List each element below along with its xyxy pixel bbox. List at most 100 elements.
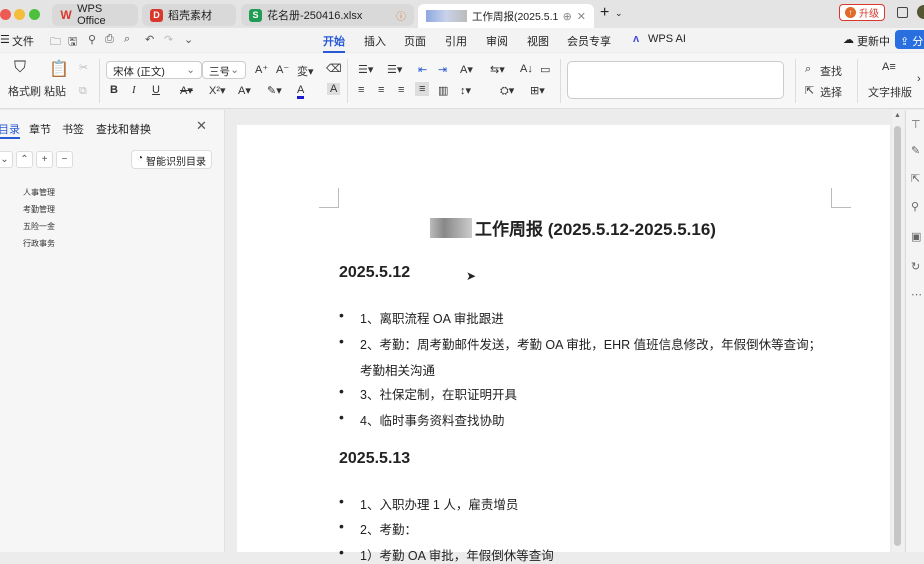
history-icon[interactable]: ↻ <box>911 260 920 273</box>
minimize-window-button[interactable] <box>14 9 25 20</box>
undo-icon[interactable]: ↶ <box>145 33 154 46</box>
italic-button[interactable]: I <box>132 84 136 96</box>
align-center-icon[interactable]: ≡ <box>378 84 384 96</box>
new-tab-button[interactable]: + <box>600 4 609 22</box>
sort-icon[interactable]: A↓ <box>520 63 533 75</box>
pin-icon[interactable]: ⚲ <box>911 200 919 213</box>
menu-file[interactable]: 文件 <box>12 33 34 49</box>
add-level-button[interactable]: + <box>36 151 53 168</box>
font-family-select[interactable]: 宋体 (正文) ⌄ <box>106 61 202 79</box>
menu-references[interactable]: 引用 <box>445 33 467 49</box>
align-right-icon[interactable]: ≡ <box>398 84 404 96</box>
tab-weekly-report[interactable]: 工作周报(2025.5.12-2(⊕ ✕ <box>418 4 594 28</box>
border-icon[interactable]: ⊞▾ <box>530 84 545 97</box>
remove-level-button[interactable]: − <box>56 151 73 168</box>
line-spacing-icon[interactable]: ↕▾ <box>460 84 471 97</box>
underline-button[interactable]: U <box>152 84 160 96</box>
superscript-icon[interactable]: X²▾ <box>209 84 226 97</box>
tab-toc[interactable]: 目录 <box>0 121 20 139</box>
edit-icon[interactable]: ✎ <box>911 144 920 157</box>
menu-member[interactable]: 会员专享 <box>567 33 611 49</box>
increase-indent-icon[interactable]: ⇥ <box>438 63 447 76</box>
toc-item[interactable]: 考勤管理 <box>23 204 55 215</box>
styles-gallery[interactable] <box>567 61 784 99</box>
tab-wps-office[interactable]: W WPS Office <box>52 3 138 27</box>
tab-roster-xlsx[interactable]: S 花名册-250416.xlsx ⓘ <box>241 4 414 26</box>
close-tab-icon[interactable]: ✕ <box>577 10 586 23</box>
tab-find-replace[interactable]: 查找和替换 <box>96 121 151 137</box>
maximize-window-button[interactable] <box>29 9 40 20</box>
shrink-font-icon[interactable]: A⁻ <box>276 63 289 76</box>
more-icon[interactable]: ⋯ <box>911 288 922 301</box>
strikethrough-icon[interactable]: A▾ <box>180 84 193 97</box>
paste-button[interactable]: 粘贴 <box>44 83 66 99</box>
expand-button[interactable]: ⌃ <box>16 151 33 168</box>
copy-icon[interactable]: ⧉ <box>79 85 87 98</box>
menu-review[interactable]: 审阅 <box>486 33 508 49</box>
update-status[interactable]: 更新中 <box>857 33 890 49</box>
font-size-select[interactable]: 三号 ⌄ <box>202 61 246 79</box>
tab-list-chevron-icon[interactable]: ⌄ <box>615 8 623 19</box>
bold-button[interactable]: B <box>110 84 118 96</box>
clear-format-icon[interactable]: ⌫ <box>326 62 342 75</box>
share-button[interactable]: ⇪ 分 <box>895 30 924 49</box>
toc-item[interactable]: 行政事务 <box>23 238 55 249</box>
menu-home[interactable]: 开始 <box>323 33 345 53</box>
format-painter-button[interactable]: 格式刷 <box>8 83 41 99</box>
hamburger-icon[interactable]: ☰ <box>0 33 10 46</box>
bullets-icon[interactable]: ☰▾ <box>358 63 373 76</box>
tool-icon[interactable]: ⊤ <box>911 118 921 131</box>
window-mode-icon[interactable] <box>897 7 908 18</box>
ribbon-scroll-right-icon[interactable]: › <box>917 73 921 85</box>
phonetic-icon[interactable]: 変▾ <box>297 63 314 79</box>
close-window-button[interactable] <box>0 9 11 20</box>
text-direction-icon[interactable]: ⇆▾ <box>490 63 505 76</box>
open-icon[interactable]: 🗀 <box>50 33 61 52</box>
cut-icon[interactable]: ✂ <box>79 61 88 74</box>
justify-icon[interactable]: ≡ <box>415 82 430 96</box>
distributed-icon[interactable]: ▥ <box>438 84 448 97</box>
avatar[interactable] <box>917 5 924 19</box>
highlight-icon[interactable]: ✎▾ <box>267 84 282 97</box>
numbering-icon[interactable]: ☰▾ <box>387 63 402 76</box>
vertical-scrollbar[interactable]: ▲ <box>892 110 904 552</box>
text-effect-icon[interactable]: A▾ <box>238 84 251 97</box>
change-case-icon[interactable]: A▾ <box>460 63 473 76</box>
scroll-up-icon[interactable]: ▲ <box>894 112 901 119</box>
save-icon[interactable]: 🖫 <box>68 33 77 52</box>
more-chevron-icon[interactable]: ⌄ <box>184 33 193 46</box>
wps-logo-icon: W <box>60 8 72 22</box>
scrollbar-thumb[interactable] <box>894 126 901 546</box>
font-color-icon[interactable]: A <box>297 84 305 99</box>
document-page[interactable]: 工作周报 (2025.5.12-2025.5.16) 2025.5.12 • 1、… <box>237 125 890 563</box>
decrease-indent-icon[interactable]: ⇤ <box>418 63 427 76</box>
shading-icon[interactable]: ⛭▾ <box>500 84 514 98</box>
tab-bookmarks[interactable]: 书签 <box>62 121 84 137</box>
grow-font-icon[interactable]: A⁺ <box>255 63 268 76</box>
select-button[interactable]: 选择 <box>820 84 842 100</box>
close-pane-icon[interactable]: ✕ <box>196 118 207 134</box>
menu-insert[interactable]: 插入 <box>364 33 386 49</box>
toc-item[interactable]: 五险一金 <box>23 221 55 232</box>
char-shading-icon[interactable]: A <box>327 83 341 95</box>
pointer-icon[interactable]: ⇱ <box>911 172 920 185</box>
menu-wps-ai[interactable]: WPS AI <box>648 33 686 45</box>
print-icon[interactable]: ⎙ <box>105 33 114 46</box>
pin-icon[interactable]: ⊕ <box>563 10 572 23</box>
menu-view[interactable]: 视图 <box>527 33 549 49</box>
smart-toc-button[interactable]: ◔ 智能识别目录 <box>131 150 213 169</box>
tab-docer[interactable]: D 稻壳素材 <box>142 4 236 26</box>
align-left-icon[interactable]: ≡ <box>358 84 364 96</box>
export-icon[interactable]: ⚲ <box>88 33 96 46</box>
menu-page[interactable]: 页面 <box>404 33 426 49</box>
redo-icon[interactable]: ↷ <box>164 33 173 46</box>
toc-item[interactable]: 人事管理 <box>23 187 55 198</box>
find-button[interactable]: 查找 <box>820 63 842 79</box>
upgrade-button[interactable]: ↑ 升级 <box>839 4 885 21</box>
tab-chapters[interactable]: 章节 <box>29 121 51 137</box>
print-preview-icon[interactable]: ⌕ <box>124 33 130 46</box>
text-layout-button[interactable]: 文字排版 <box>868 84 912 100</box>
collapse-button[interactable]: ⌄ <box>0 151 13 168</box>
show-marks-icon[interactable]: ▭ <box>540 63 550 76</box>
image-icon[interactable]: ▣ <box>911 230 921 243</box>
